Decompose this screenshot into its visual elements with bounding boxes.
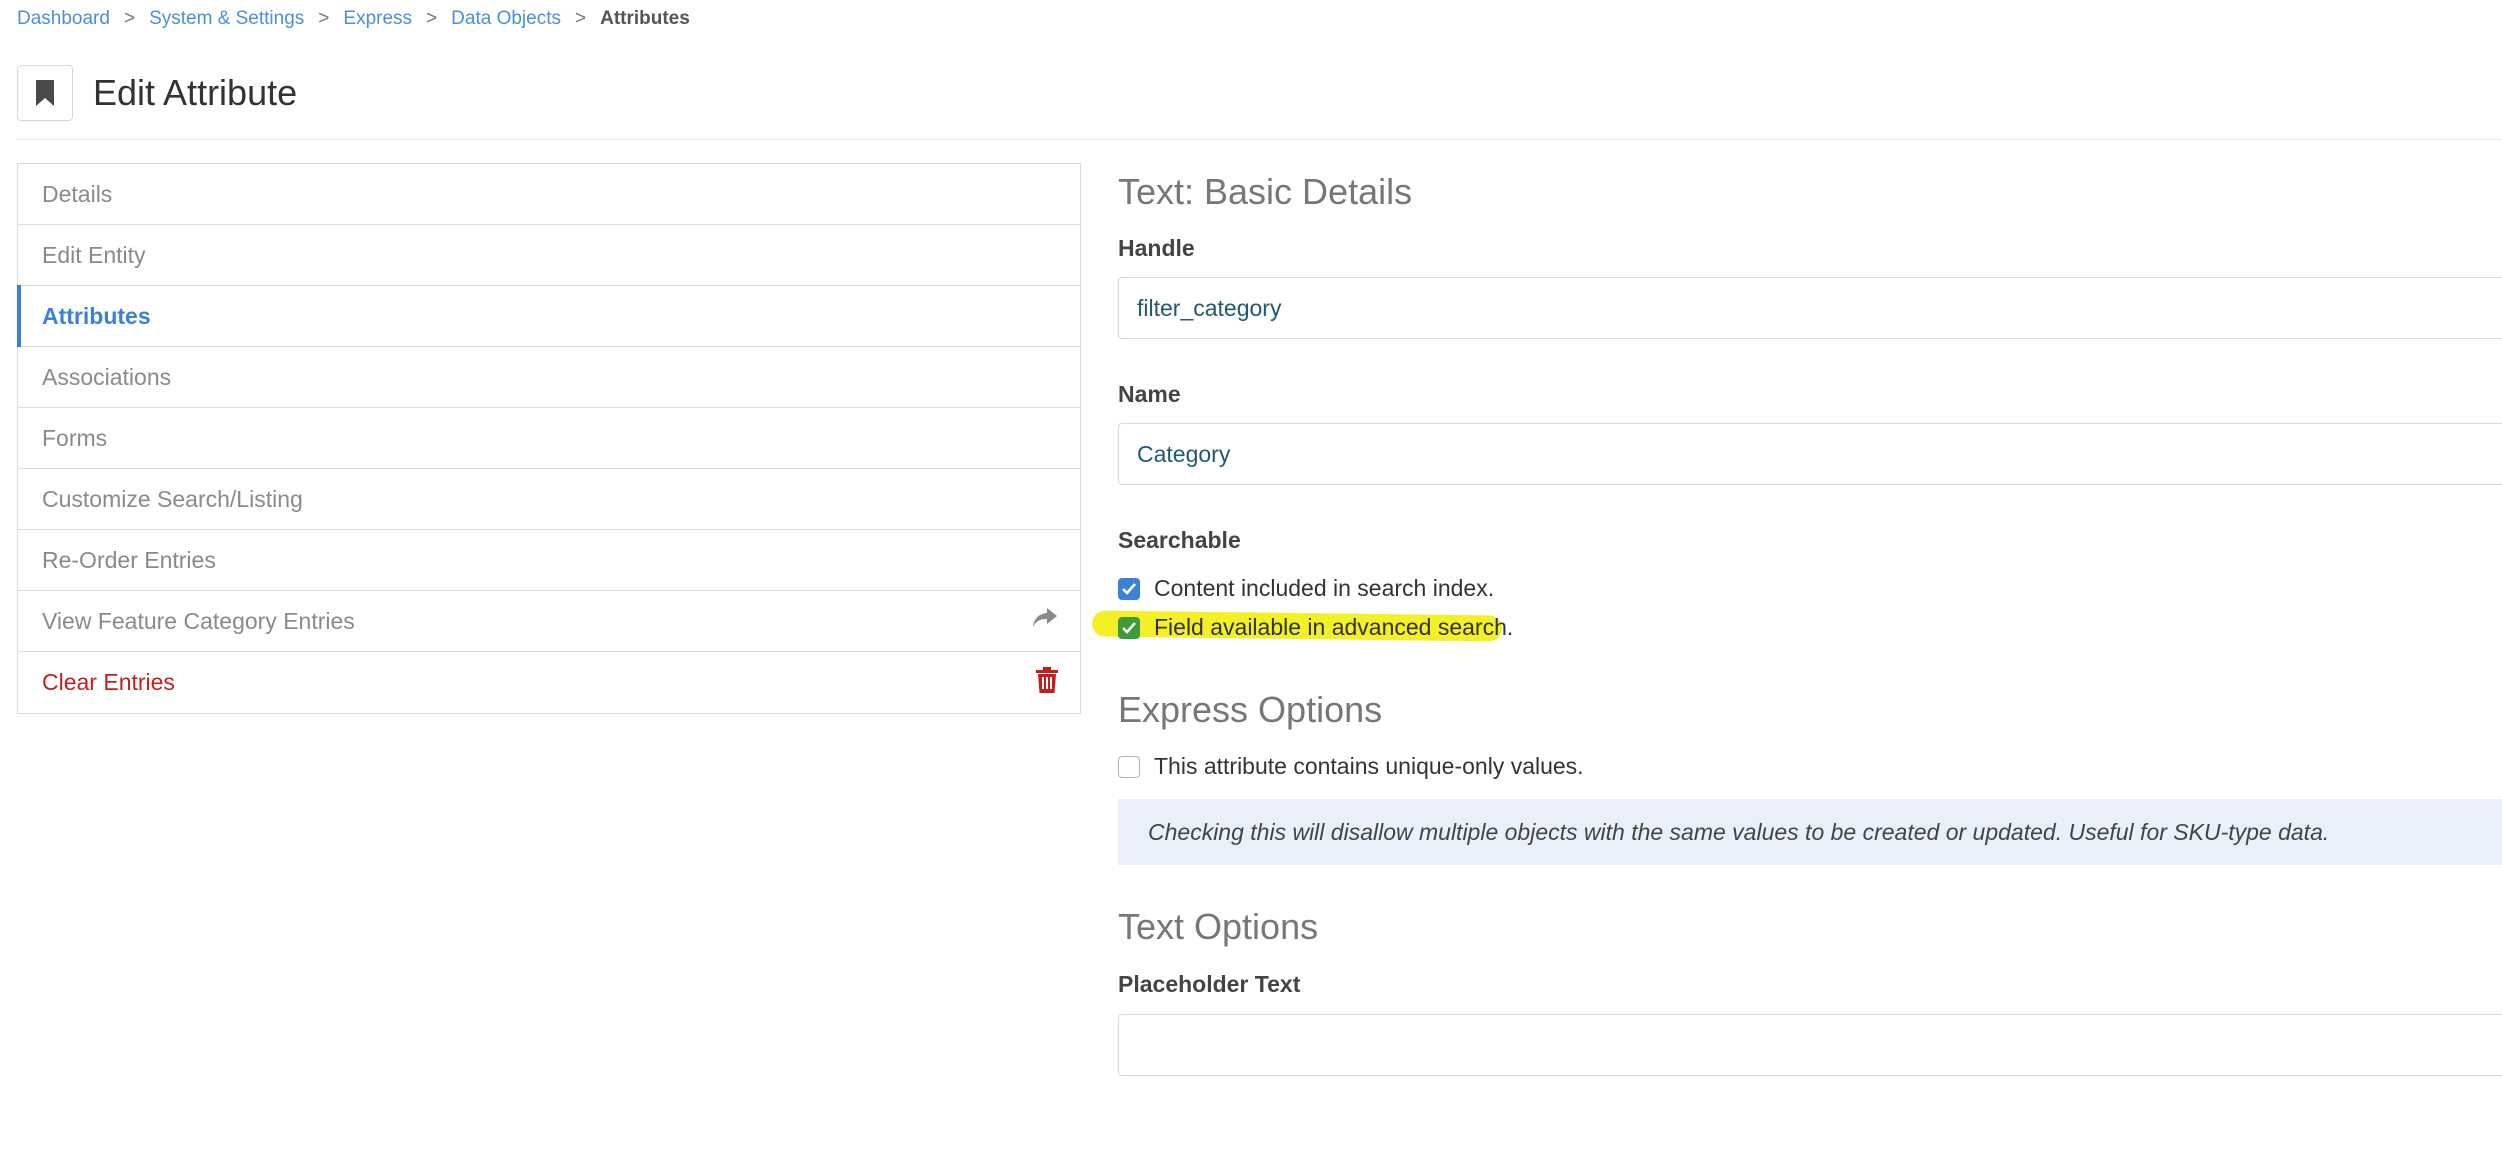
sidebar-item-label: Attributes xyxy=(42,302,151,329)
breadcrumb-separator: > xyxy=(426,8,438,29)
breadcrumb-dashboard[interactable]: Dashboard xyxy=(17,8,110,30)
page-header: Edit Attribute xyxy=(17,64,297,122)
sidebar-nav: Details Edit Entity Attributes Associati… xyxy=(17,163,1081,714)
sidebar-item-label: Re-Order Entries xyxy=(42,546,216,573)
sidebar-item-label: Forms xyxy=(42,424,108,451)
trash-icon xyxy=(1036,666,1058,699)
sidebar-item-view-entries[interactable]: View Feature Category Entries xyxy=(18,591,1080,652)
advanced-search-checkbox[interactable] xyxy=(1118,616,1140,639)
bookmark-icon xyxy=(17,65,73,121)
page-title: Edit Attribute xyxy=(93,72,298,113)
placeholder-text-label: Placeholder Text xyxy=(1118,971,1301,997)
sidebar-item-reorder-entries[interactable]: Re-Order Entries xyxy=(18,530,1080,591)
unique-values-help: Checking this will disallow multiple obj… xyxy=(1118,799,2502,865)
sidebar-item-label: Associations xyxy=(42,363,172,390)
share-arrow-icon xyxy=(1032,607,1058,635)
sidebar-item-forms[interactable]: Forms xyxy=(18,408,1080,469)
breadcrumb-separator: > xyxy=(123,8,136,29)
sidebar-item-edit-entity[interactable]: Edit Entity xyxy=(18,225,1080,286)
placeholder-text-input[interactable] xyxy=(1118,1014,2502,1076)
sidebar-item-associations[interactable]: Associations xyxy=(18,347,1080,408)
advanced-search-option[interactable]: Field available in advanced search. xyxy=(1118,614,1513,641)
sidebar-item-label: Customize Search/Listing xyxy=(42,485,303,512)
breadcrumb-express[interactable]: Express xyxy=(343,8,412,30)
breadcrumb-current: Attributes xyxy=(600,8,690,29)
search-index-option[interactable]: Content included in search index. xyxy=(1118,575,1494,602)
breadcrumb-system-settings[interactable]: System & Settings xyxy=(149,8,304,30)
sidebar-item-label: Clear Entries xyxy=(42,669,175,695)
sidebar-item-label: Edit Entity xyxy=(42,241,146,268)
sidebar-item-details[interactable]: Details xyxy=(18,164,1080,225)
handle-label: Handle xyxy=(1118,235,1195,261)
breadcrumb: Dashboard > System & Settings > Express … xyxy=(17,4,690,34)
unique-values-checkbox[interactable] xyxy=(1118,755,1140,778)
sidebar-item-customize-search[interactable]: Customize Search/Listing xyxy=(18,469,1080,530)
breadcrumb-separator: > xyxy=(318,8,330,29)
name-input[interactable] xyxy=(1118,423,2502,485)
sidebar-item-attributes[interactable]: Attributes xyxy=(17,285,1080,347)
searchable-label: Searchable xyxy=(1118,527,1241,553)
section-basic-details-title: Text: Basic Details xyxy=(1118,171,1413,212)
advanced-search-label: Field available in advanced search. xyxy=(1154,614,1514,640)
sidebar-item-label: Details xyxy=(42,180,113,207)
section-express-options-title: Express Options xyxy=(1118,689,1383,730)
sidebar-item-label: View Feature Category Entries xyxy=(42,607,355,634)
handle-input[interactable] xyxy=(1118,277,2502,339)
section-text-options-title: Text Options xyxy=(1118,906,1319,947)
header-divider xyxy=(17,139,2502,140)
name-label: Name xyxy=(1118,381,1181,407)
search-index-checkbox[interactable] xyxy=(1118,577,1140,600)
unique-values-option[interactable]: This attribute contains unique-only valu… xyxy=(1118,753,1584,780)
sidebar-item-clear-entries[interactable]: Clear Entries xyxy=(18,652,1080,713)
unique-values-label: This attribute contains unique-only valu… xyxy=(1154,753,1584,779)
search-index-label: Content included in search index. xyxy=(1154,575,1495,601)
breadcrumb-separator: > xyxy=(574,8,587,29)
breadcrumb-data-objects[interactable]: Data Objects xyxy=(451,8,561,30)
